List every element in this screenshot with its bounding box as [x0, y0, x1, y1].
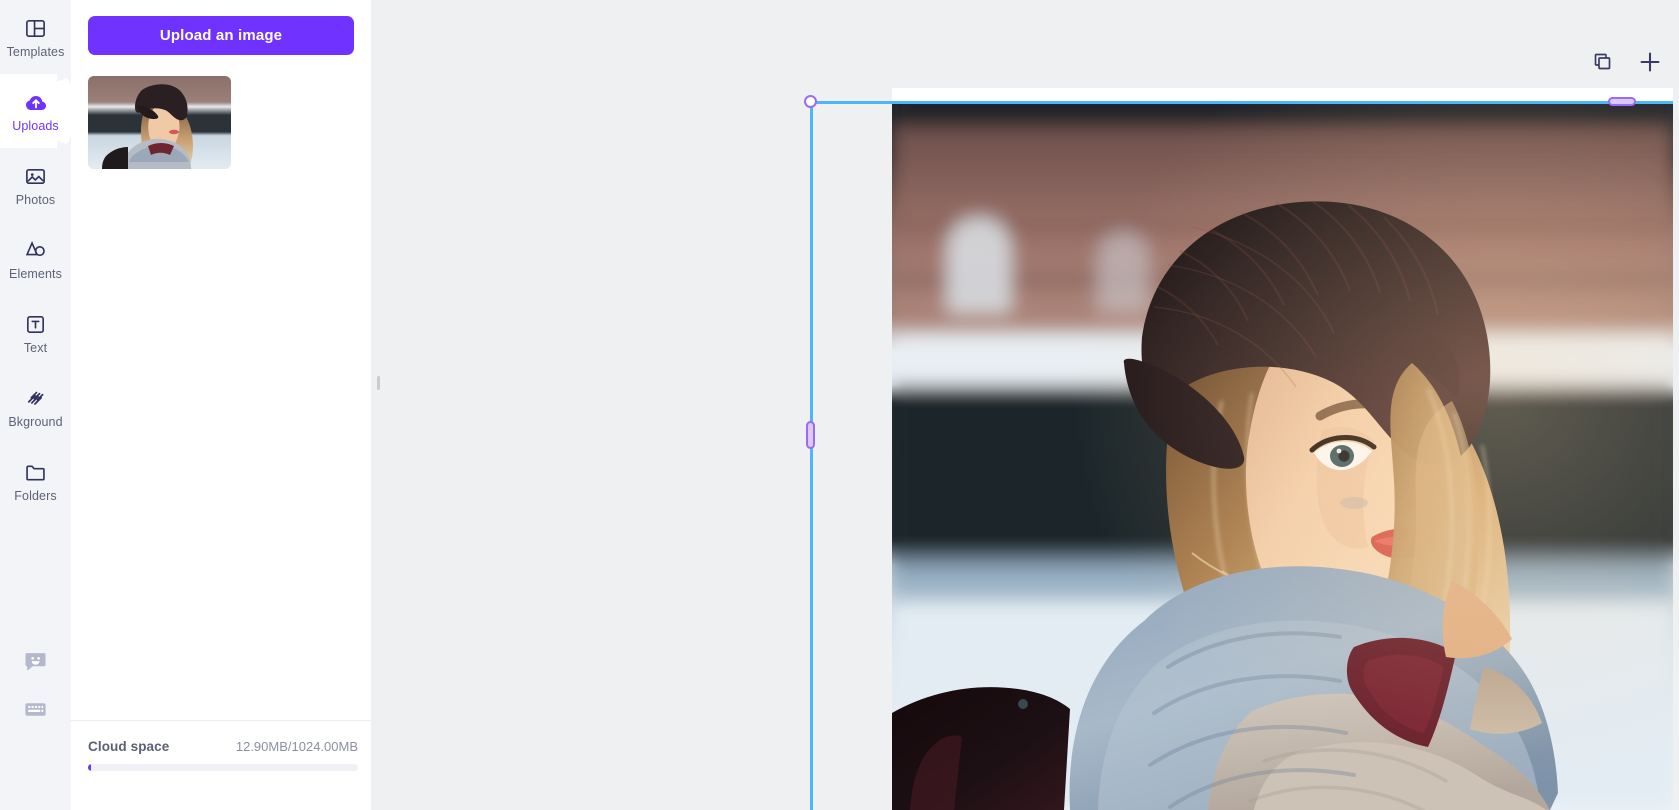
- duplicate-icon: [1592, 51, 1613, 75]
- canvas-area[interactable]: [371, 0, 1679, 810]
- sidebar-item-label-folders: Folders: [14, 488, 57, 503]
- canvas-toolbar: [1589, 50, 1663, 76]
- cloud-space-label: Cloud space: [88, 739, 170, 754]
- sidebar-item-folders[interactable]: Folders: [0, 444, 71, 518]
- sidebar-item-label-bkground: Bkground: [8, 414, 63, 429]
- sidebar-item-bkground[interactable]: Bkground: [0, 370, 71, 444]
- sidebar-item-label-text: Text: [23, 340, 48, 355]
- sidebar-item-uploads[interactable]: Uploads: [0, 74, 71, 148]
- sidebar-item-photos[interactable]: Photos: [0, 148, 71, 222]
- left-icon-rail: Templates Uploads Photos Elements Text B…: [0, 0, 71, 810]
- uploads-thumbnail-grid: [88, 76, 354, 169]
- thumbnail-image: [88, 76, 231, 169]
- sidebar-item-label-uploads: Uploads: [12, 118, 59, 133]
- sidebar-item-elements[interactable]: Elements: [0, 222, 71, 296]
- plus-icon: [1637, 49, 1663, 78]
- upload-thumbnail[interactable]: [88, 76, 231, 169]
- sidebar-item-label-photos: Photos: [15, 192, 56, 207]
- resize-handle-middle-left[interactable]: [806, 421, 815, 449]
- design-editor-app: Templates Uploads Photos Elements Text B…: [0, 0, 1679, 810]
- duplicate-page-button[interactable]: [1589, 50, 1615, 76]
- photo-icon: [23, 164, 49, 190]
- rail-item-list: Templates Uploads Photos Elements Text B…: [0, 0, 71, 518]
- text-box-icon: [23, 312, 49, 338]
- cloud-space-row: Cloud space 12.90MB/1024.00MB: [88, 739, 358, 754]
- selection-border-left: [810, 101, 813, 810]
- panel-resize-grip[interactable]: [377, 376, 380, 390]
- sidebar-item-label-templates: Templates: [6, 44, 65, 59]
- feedback-button[interactable]: [0, 640, 71, 688]
- cloud-space-progress-fill: [88, 764, 92, 771]
- sidebar-item-label-elements: Elements: [9, 266, 62, 281]
- uploads-panel: Upload an image Cloud space 12.90MB/1024…: [71, 0, 371, 810]
- canvas-image-element[interactable]: [892, 101, 1673, 810]
- cloud-space-footer: Cloud space 12.90MB/1024.00MB: [71, 720, 371, 810]
- cloud-space-usage: 12.90MB/1024.00MB: [235, 739, 358, 754]
- sidebar-item-templates[interactable]: Templates: [0, 0, 71, 74]
- upload-an-image-button[interactable]: Upload an image: [88, 16, 354, 55]
- resize-handle-top-left[interactable]: [804, 95, 817, 108]
- sidebar-item-text[interactable]: Text: [0, 296, 71, 370]
- chat-smiley-icon: [23, 649, 48, 679]
- keyboard-icon: [23, 697, 48, 727]
- canvas-photo: [892, 101, 1673, 810]
- keyboard-shortcuts-button[interactable]: [0, 688, 71, 736]
- folder-icon: [23, 460, 49, 486]
- pattern-icon: [23, 386, 49, 412]
- templates-icon: [23, 16, 49, 42]
- cloud-space-progress-track: [88, 764, 358, 771]
- upload-cloud-icon: [23, 90, 49, 116]
- rail-bottom-actions: [0, 640, 71, 736]
- elements-icon: [23, 238, 49, 264]
- add-page-button[interactable]: [1637, 50, 1663, 76]
- panel-collapse-tab[interactable]: [300, 342, 312, 426]
- uploads-panel-body: Upload an image: [71, 0, 371, 720]
- resize-handle-top-center[interactable]: [1608, 97, 1636, 106]
